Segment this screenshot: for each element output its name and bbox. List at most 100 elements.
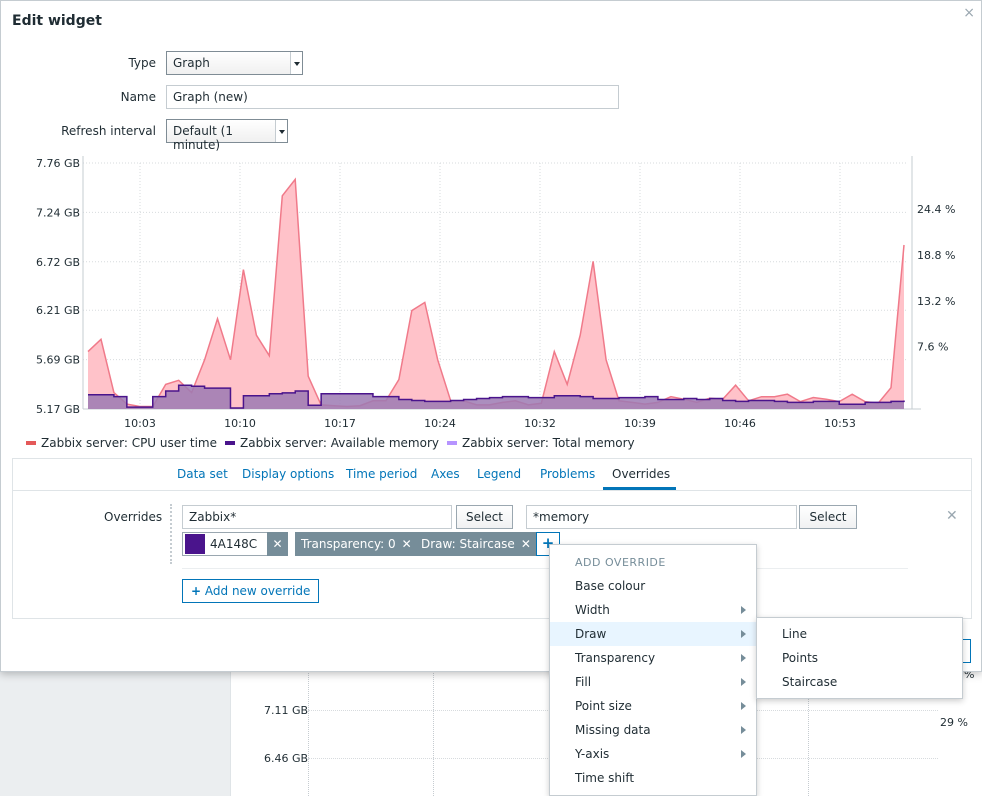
widget-tabs-panel: Data set Display options Time period Axe… (12, 458, 972, 619)
overrides-label: Overrides (104, 510, 163, 524)
item-pattern-input[interactable]: *memory (526, 505, 797, 529)
edit-widget-dialog: Edit widget × Type Graph Name Graph (new… (0, 0, 982, 672)
x-tick-label: 10:10 (224, 417, 256, 430)
menu-header: ADD OVERRIDE (575, 556, 666, 569)
chevron-right-icon (741, 750, 746, 758)
tab-time-period[interactable]: Time period (346, 467, 417, 481)
y-tick-label: 6.21 GB (36, 304, 80, 317)
chevron-down-icon (275, 120, 287, 142)
chevron-right-icon (741, 726, 746, 734)
transparency-chip: Transparency: 0 ✕ (295, 532, 418, 556)
y-right-tick-label: 24.4 % (917, 203, 955, 216)
graph-preview: 7.76 GB 7.24 GB 6.72 GB 6.21 GB 5.69 GB 5.17 … (1, 151, 982, 441)
legend-label: Zabbix server: Available memory (240, 436, 439, 450)
type-select[interactable]: Graph (166, 51, 303, 75)
close-icon[interactable]: ✕ (521, 537, 531, 551)
tab-axes[interactable]: Axes (431, 467, 460, 481)
legend-item: Zabbix server: CPU user time (26, 436, 217, 450)
graph-svg: 7.76 GB 7.24 GB 6.72 GB 6.21 GB 5.69 GB 5.17 … (36, 156, 955, 430)
legend-label: Zabbix server: Total memory (461, 436, 635, 450)
x-tick-label: 10:24 (424, 417, 456, 430)
item-select-button[interactable]: Select (799, 505, 857, 529)
menu-item-label: Time shift (575, 771, 635, 785)
remove-color-chip-button[interactable]: ✕ (267, 532, 288, 556)
submenu-item-line[interactable]: Line (782, 627, 807, 641)
chevron-down-icon (290, 52, 302, 74)
x-tick-label: 10:03 (124, 417, 156, 430)
menu-item-label: Width (575, 603, 610, 617)
x-tick-label: 10:32 (524, 417, 556, 430)
add-override-menu: ADD OVERRIDE Base colour Width Draw Tran… (549, 544, 757, 796)
y-right-tick-label: 13.2 % (917, 295, 955, 308)
legend-item: Zabbix server: Available memory (225, 436, 439, 450)
y-right-tick-label: 7.6 % (917, 341, 948, 354)
background-y-tick: 7.11 GB (264, 704, 309, 717)
menu-item-label: Missing data (575, 723, 651, 737)
legend-label: Zabbix server: CPU user time (41, 436, 218, 450)
menu-item-time-shift[interactable]: Time shift (550, 766, 756, 790)
active-tab-indicator (603, 487, 676, 490)
chevron-right-icon (741, 630, 746, 638)
menu-item-label: Y-axis (575, 747, 610, 761)
menu-item-width[interactable]: Width (550, 598, 756, 622)
refresh-interval-select[interactable]: Default (1 minute) (166, 119, 288, 152)
name-label: Name (120, 90, 156, 104)
menu-item-label: Draw (575, 627, 607, 641)
divider (182, 568, 908, 569)
tab-display-options[interactable]: Display options (242, 467, 334, 481)
tab-overrides[interactable]: Overrides (612, 467, 670, 481)
refresh-interval-label: Refresh interval (61, 124, 156, 138)
menu-item-label: Transparency (575, 651, 656, 665)
name-input[interactable]: Graph (new) (166, 85, 619, 109)
close-icon[interactable]: ✕ (402, 537, 412, 551)
background-y-tick: 6.46 GB (264, 752, 309, 765)
submenu-item-points[interactable]: Points (782, 651, 818, 665)
y-tick-label: 7.76 GB (36, 157, 80, 170)
menu-item-base-colour[interactable]: Base colour (550, 574, 756, 598)
draw-submenu: Line Points Staircase (756, 617, 963, 699)
menu-item-y-axis[interactable]: Y-axis (550, 742, 756, 766)
background-gridline (433, 670, 434, 796)
menu-item-point-size[interactable]: Point size (550, 694, 756, 718)
tab-bar: Data set Display options Time period Axe… (13, 459, 971, 491)
refresh-interval-value: Default (1 minute) (173, 124, 233, 152)
background-gridline (308, 670, 309, 796)
color-swatch[interactable] (185, 534, 205, 554)
chevron-right-icon (741, 702, 746, 710)
dialog-title: Edit widget (12, 13, 102, 29)
y-tick-label: 5.69 GB (36, 354, 80, 367)
legend-swatch (446, 441, 457, 445)
x-tick-label: 10:53 (824, 417, 856, 430)
background-right-tick: 29 % (940, 716, 968, 729)
menu-item-missing-data[interactable]: Missing data (550, 718, 756, 742)
drag-handle[interactable] (170, 504, 172, 564)
submenu-item-staircase[interactable]: Staircase (782, 675, 837, 689)
draw-chip: Draw: Staircase ✕ (415, 532, 537, 556)
menu-item-draw[interactable]: Draw (550, 622, 756, 646)
host-pattern-input[interactable]: Zabbix* (182, 505, 452, 529)
type-select-value: Graph (173, 56, 210, 70)
menu-item-label: Point size (575, 699, 632, 713)
y-tick-label: 7.24 GB (36, 206, 80, 219)
menu-item-fill[interactable]: Fill (550, 670, 756, 694)
graph-legend: Zabbix server: CPU user time Zabbix serv… (26, 436, 635, 450)
chevron-right-icon (741, 678, 746, 686)
legend-swatch (26, 441, 36, 445)
legend-swatch (225, 441, 236, 445)
chevron-right-icon (741, 606, 746, 614)
tab-legend[interactable]: Legend (477, 467, 521, 481)
host-select-button[interactable]: Select (456, 505, 513, 529)
y-tick-label: 5.17 GB (36, 403, 80, 416)
legend-item: Zabbix server: Total memory (446, 436, 635, 450)
remove-override-icon[interactable]: ✕ (946, 508, 958, 524)
x-tick-label: 10:17 (324, 417, 356, 430)
chip-label: Transparency: 0 (301, 537, 396, 551)
cpu-area (88, 179, 904, 409)
tab-problems[interactable]: Problems (540, 467, 595, 481)
tab-data-set[interactable]: Data set (177, 467, 228, 481)
close-icon[interactable]: × (963, 5, 975, 21)
menu-item-label: Base colour (575, 579, 646, 593)
add-new-override-button[interactable]: + Add new override (182, 579, 320, 603)
menu-item-transparency[interactable]: Transparency (550, 646, 756, 670)
menu-item-label: Fill (575, 675, 592, 689)
